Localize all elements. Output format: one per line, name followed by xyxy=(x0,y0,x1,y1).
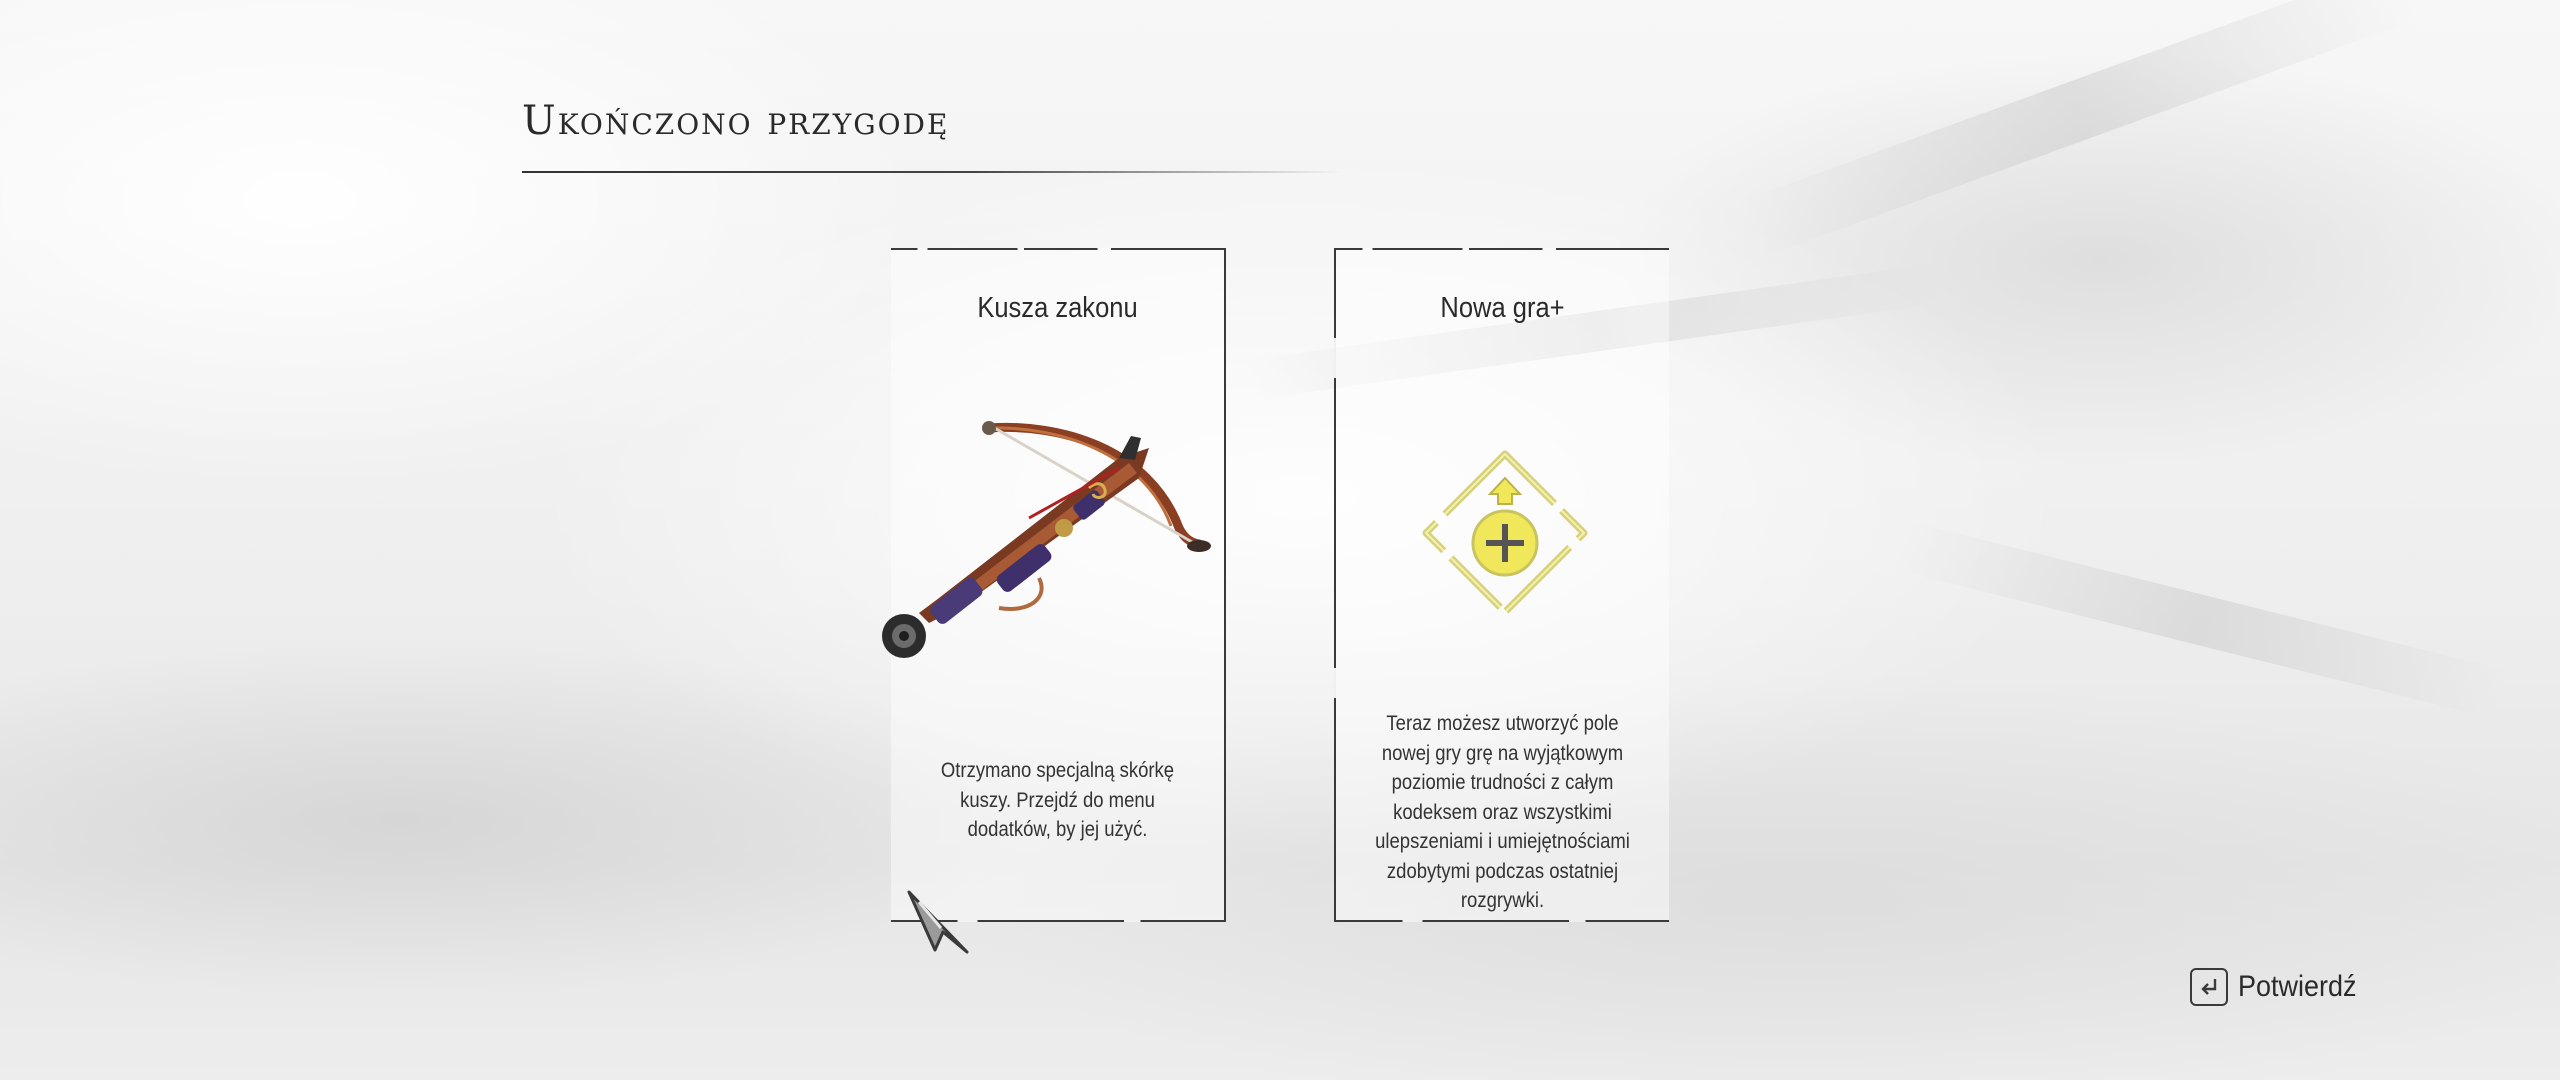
confirm-label: Potwierdź xyxy=(2238,970,2357,1003)
card-edge-break xyxy=(1334,668,1336,698)
page-title: Ukończono przygodę xyxy=(522,98,950,144)
title-divider xyxy=(522,171,1342,173)
card-description: Teraz możesz utworzyć pole nowej gry grę… xyxy=(1375,712,1630,912)
new-game-plus-icon xyxy=(1422,450,1588,616)
reward-card-crossbow[interactable]: Kusza zakonu Otrzymano specjalną skórkę … xyxy=(882,248,1226,922)
crossbow-icon xyxy=(882,421,1211,658)
card-title: Kusza zakonu xyxy=(977,292,1138,324)
enter-key-icon xyxy=(2190,968,2228,1006)
card-description: Otrzymano specjalną skórkę kuszy. Przejd… xyxy=(940,759,1175,841)
reward-card-new-game-plus[interactable]: Nowa gra+ Teraz możesz utworzyć pole now… xyxy=(1334,248,1669,922)
card-edge-break xyxy=(1334,338,1336,378)
mouse-cursor-icon xyxy=(907,890,969,954)
confirm-button[interactable]: Potwierdź xyxy=(2190,968,2370,1006)
card-title: Nowa gra+ xyxy=(1440,292,1565,324)
